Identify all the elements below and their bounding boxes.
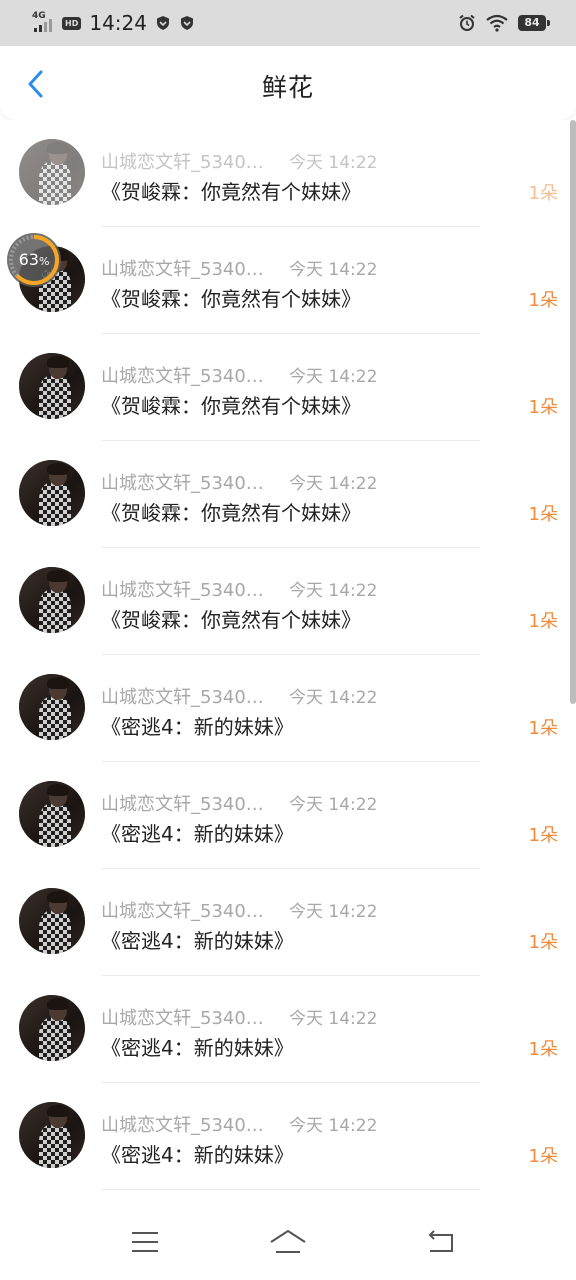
- avatar[interactable]: [19, 781, 85, 847]
- list-item[interactable]: 山城恋文轩_5340… 今天 14:22 《贺峻霖：你竟然有个妹妹》 1朵: [0, 441, 576, 548]
- list-item[interactable]: 山城恋文轩_5340… 今天 14:22 《贺峻霖：你竟然有个妹妹》 1朵: [0, 548, 576, 655]
- book-title[interactable]: 《密逃4：新的妹妹》: [101, 1032, 294, 1061]
- avatar[interactable]: [19, 995, 85, 1061]
- book-title[interactable]: 《密逃4：新的妹妹》: [101, 1139, 294, 1168]
- progress-unit: %: [38, 255, 50, 268]
- scrollbar[interactable]: [570, 120, 576, 704]
- avatar[interactable]: [19, 888, 85, 954]
- app-header: 鲜花: [0, 46, 576, 120]
- alarm-icon: [459, 14, 475, 31]
- list-item[interactable]: 山城恋文轩_5340… 今天 14:22 《密逃4：新的妹妹》 1朵: [0, 869, 576, 976]
- cellular-signal-icon: 4G: [30, 11, 54, 34]
- status-time: 14:24: [89, 11, 147, 35]
- avatar[interactable]: [19, 353, 85, 419]
- battery-icon: 84: [518, 15, 550, 31]
- timestamp: 今天 14:22: [289, 1116, 378, 1136]
- username: 山城恋文轩_5340…: [101, 259, 264, 280]
- book-title[interactable]: 《贺峻霖：你竟然有个妹妹》: [101, 283, 361, 312]
- shield-icon: [180, 16, 193, 30]
- book-title[interactable]: 《贺峻霖：你竟然有个妹妹》: [101, 604, 361, 633]
- username: 山城恋文轩_5340…: [101, 794, 264, 815]
- status-left: 4G HD 14:24: [30, 10, 195, 36]
- return-icon: [428, 1230, 453, 1252]
- username: 山城恋文轩_5340…: [101, 1008, 264, 1029]
- list-item[interactable]: 山城恋文轩_5340… 今天 14:22 《密逃4：新的妹妹》 1朵: [0, 762, 576, 869]
- timestamp: 今天 14:22: [289, 260, 378, 280]
- list-item[interactable]: 山城恋文轩_5340… 今天 14:22 《密逃4：新的妹妹》 1朵: [0, 1083, 576, 1190]
- flower-count: 1朵: [528, 397, 558, 418]
- avatar[interactable]: [19, 674, 85, 740]
- timestamp: 今天 14:22: [289, 902, 378, 922]
- username: 山城恋文轩_5340…: [101, 1115, 264, 1136]
- flower-count: 1朵: [528, 290, 558, 311]
- avatar[interactable]: [19, 460, 85, 526]
- flower-list[interactable]: 山城恋文轩_5340… 今天 14:22 《贺峻霖：你竟然有个妹妹》 1朵 山城…: [0, 120, 576, 1200]
- menu-icon: [132, 1232, 158, 1252]
- timestamp: 今天 14:22: [289, 795, 378, 815]
- avatar[interactable]: [19, 1102, 85, 1168]
- avatar[interactable]: [19, 139, 85, 205]
- book-title[interactable]: 《密逃4：新的妹妹》: [101, 818, 294, 847]
- home-icon: [270, 1230, 306, 1253]
- progress-label: 63%: [6, 232, 62, 288]
- list-item[interactable]: 山城恋文轩_5340… 今天 14:22 《贺峻霖：你竟然有个妹妹》 1朵: [0, 227, 576, 334]
- progress-value: 63: [18, 250, 39, 269]
- page-title: 鲜花: [261, 73, 314, 102]
- list-item[interactable]: 山城恋文轩_5340… 今天 14:22 《密逃4：新的妹妹》 1朵: [0, 655, 576, 762]
- return-button[interactable]: [415, 1222, 465, 1262]
- flower-count: 1朵: [528, 611, 558, 632]
- status-right: 84: [458, 10, 550, 36]
- flower-count: 1朵: [528, 1146, 558, 1167]
- progress-indicator[interactable]: 63%: [6, 232, 62, 288]
- timestamp: 今天 14:22: [289, 474, 378, 494]
- system-nav-bar: [0, 1200, 576, 1280]
- username: 山城恋文轩_5340…: [101, 901, 264, 922]
- username: 山城恋文轩_5340…: [101, 473, 264, 494]
- timestamp: 今天 14:22: [289, 1009, 378, 1029]
- flower-count: 1朵: [528, 932, 558, 953]
- flower-count: 1朵: [528, 183, 558, 204]
- username: 山城恋文轩_5340…: [101, 366, 264, 387]
- hd-badge: HD: [62, 16, 82, 30]
- flower-count: 1朵: [528, 825, 558, 846]
- username: 山城恋文轩_5340…: [101, 580, 264, 601]
- shield-icon: [156, 16, 169, 30]
- timestamp: 今天 14:22: [289, 367, 378, 387]
- book-title[interactable]: 《密逃4：新的妹妹》: [101, 925, 294, 954]
- list-item[interactable]: 山城恋文轩_5340… 今天 14:22 《贺峻霖：你竟然有个妹妹》 1朵: [0, 120, 576, 227]
- flower-count: 1朵: [528, 718, 558, 739]
- flower-count: 1朵: [528, 1039, 558, 1060]
- username: 山城恋文轩_5340…: [101, 687, 264, 708]
- book-title[interactable]: 《贺峻霖：你竟然有个妹妹》: [101, 497, 361, 526]
- book-title[interactable]: 《密逃4：新的妹妹》: [101, 711, 294, 740]
- wifi-icon: [486, 14, 508, 32]
- flower-count: 1朵: [528, 504, 558, 525]
- avatar[interactable]: [19, 567, 85, 633]
- list-item[interactable]: 山城恋文轩_5340… 今天 14:22 《密逃4：新的妹妹》 1朵: [0, 976, 576, 1083]
- status-bar: 4G HD 14:24 84: [0, 0, 576, 46]
- timestamp: 今天 14:22: [289, 581, 378, 601]
- home-button[interactable]: [263, 1222, 313, 1262]
- divider: [101, 1189, 480, 1190]
- list-item[interactable]: 山城恋文轩_5340… 今天 14:22 《贺峻霖：你竟然有个妹妹》 1朵: [0, 334, 576, 441]
- book-title[interactable]: 《贺峻霖：你竟然有个妹妹》: [101, 176, 361, 205]
- timestamp: 今天 14:22: [289, 688, 378, 708]
- username: 山城恋文轩_5340…: [101, 152, 264, 173]
- book-title[interactable]: 《贺峻霖：你竟然有个妹妹》: [101, 390, 361, 419]
- timestamp: 今天 14:22: [289, 153, 378, 173]
- menu-button[interactable]: [120, 1222, 170, 1262]
